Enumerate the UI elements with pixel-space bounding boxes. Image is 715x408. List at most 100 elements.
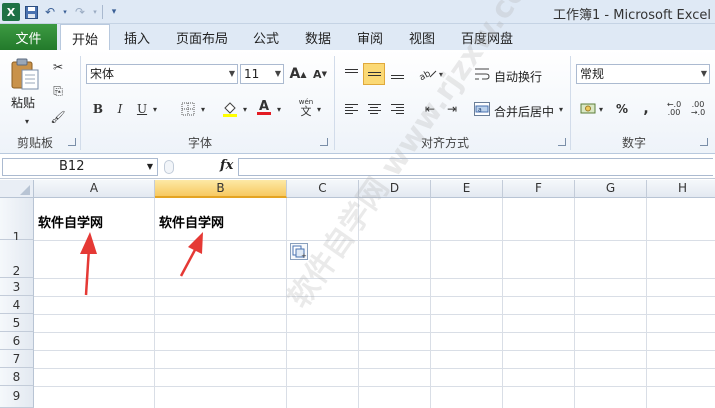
increase-indent-icon[interactable]: ⇥ [442, 100, 462, 118]
row-header-9[interactable]: 9 [0, 386, 34, 408]
save-icon[interactable] [23, 4, 39, 20]
column-header-h[interactable]: H [647, 180, 715, 198]
row-header-7[interactable]: 7 [0, 350, 34, 368]
cut-icon[interactable]: ✂ [48, 58, 68, 76]
font-name-combo[interactable]: 宋体 ▼ [86, 64, 238, 84]
formula-bar-splitter-icon[interactable] [164, 160, 174, 174]
orientation-dropdown-icon[interactable]: ▾ [436, 65, 446, 83]
customize-qat-icon[interactable]: ▾ [106, 4, 122, 20]
shrink-font-icon[interactable]: A ▼ [310, 65, 330, 83]
paste-button[interactable]: 粘贴 [11, 94, 35, 111]
row-header-4[interactable]: 4 [0, 296, 34, 314]
row-header-6[interactable]: 6 [0, 332, 34, 350]
column-header-a[interactable]: A [34, 180, 155, 198]
tab-file[interactable]: 文件 [0, 24, 57, 50]
merge-center-dropdown-icon[interactable]: ▾ [556, 100, 566, 118]
paste-icon[interactable] [10, 58, 40, 90]
row-header-3[interactable]: 3 [0, 278, 34, 296]
paste-dropdown-icon[interactable]: ▾ [17, 112, 37, 130]
merge-center-button[interactable]: 合并后居中 [494, 103, 554, 120]
percent-style-button[interactable]: % [612, 100, 632, 118]
font-color-icon[interactable]: A [254, 98, 274, 116]
column-header-f[interactable]: F [503, 180, 575, 198]
number-launcher-icon[interactable] [700, 138, 708, 146]
excel-logo-icon[interactable]: X [2, 3, 20, 21]
tab-view[interactable]: 视图 [400, 24, 444, 50]
tab-home[interactable]: 开始 [60, 24, 110, 51]
italic-button[interactable]: I [110, 100, 130, 118]
column-header-b[interactable]: B [155, 180, 287, 198]
select-all-corner[interactable] [0, 180, 34, 198]
number-format-dropdown-icon[interactable]: ▼ [701, 65, 707, 83]
copy-icon[interactable]: ⎘ [48, 82, 68, 100]
tab-review[interactable]: 审阅 [348, 24, 392, 50]
font-name-dropdown-icon[interactable]: ▼ [229, 65, 235, 83]
font-launcher-icon[interactable] [320, 138, 328, 146]
borders-icon[interactable] [178, 100, 198, 118]
tab-page-layout[interactable]: 页面布局 [168, 24, 236, 50]
number-group-label: 数字 [621, 136, 646, 150]
phonetic-guide-icon[interactable]: wén 文 [296, 98, 316, 117]
cell-a1[interactable]: 软件自学网 [38, 212, 103, 231]
gridline [34, 296, 715, 297]
cell-area[interactable]: 软件自学网 软件自学网 [34, 198, 715, 408]
redo-dropdown-icon[interactable]: ▾ [91, 4, 99, 20]
name-box[interactable]: B12 ▼ [2, 158, 158, 176]
tab-data[interactable]: 数据 [296, 24, 340, 50]
merge-center-icon[interactable]: a [472, 100, 492, 118]
font-size-dropdown-icon[interactable]: ▼ [275, 65, 281, 83]
increase-decimal-icon[interactable]: ←.0.00 [664, 100, 684, 118]
clipboard-launcher-icon[interactable] [68, 138, 76, 146]
name-box-dropdown-icon[interactable]: ▼ [147, 159, 153, 175]
align-center-icon[interactable] [363, 98, 385, 120]
decrease-decimal-icon[interactable]: .00 →.0 [688, 100, 708, 118]
gridline [34, 386, 715, 387]
accounting-dropdown-icon[interactable]: ▾ [596, 100, 606, 118]
number-format-combo[interactable]: 常规 ▼ [576, 64, 710, 84]
format-painter-icon[interactable]: 🖌 [48, 108, 68, 126]
row-header-1[interactable]: 1 [0, 198, 34, 244]
column-header-e[interactable]: E [431, 180, 503, 198]
tab-formulas[interactable]: 公式 [244, 24, 288, 50]
row-header-8[interactable]: 8 [0, 368, 34, 386]
worksheet-grid[interactable]: A B C D E F G H 1 2 3 4 5 6 7 8 9 软件自学网 … [0, 180, 715, 408]
align-middle-icon[interactable] [363, 63, 385, 85]
align-top-icon[interactable] [340, 63, 362, 85]
wrap-text-button[interactable]: 自动换行 [494, 68, 542, 85]
redo-icon[interactable]: ↷ [72, 4, 88, 20]
comma-style-button[interactable]: , [636, 100, 656, 118]
orientation-icon[interactable]: ab [418, 65, 438, 83]
align-bottom-icon[interactable] [386, 63, 408, 85]
wrap-text-icon[interactable] [472, 65, 492, 83]
fill-color-icon[interactable] [220, 100, 240, 118]
tab-baidu-netdisk[interactable]: 百度网盘 [452, 24, 522, 50]
undo-icon[interactable]: ↶ [42, 4, 58, 20]
paste-options-icon[interactable]: + [290, 243, 308, 260]
insert-function-icon[interactable]: fx [220, 158, 233, 173]
borders-dropdown-icon[interactable]: ▾ [198, 100, 208, 118]
tab-insert[interactable]: 插入 [114, 24, 160, 50]
accounting-format-icon[interactable] [578, 100, 598, 118]
cell-b1[interactable]: 软件自学网 [159, 212, 224, 231]
formula-input[interactable] [238, 158, 713, 176]
column-header-d[interactable]: D [359, 180, 431, 198]
underline-button[interactable]: U [132, 100, 152, 118]
row-header-2[interactable]: 2 [0, 240, 34, 278]
align-right-icon[interactable] [386, 98, 408, 120]
grow-font-icon[interactable]: A ▲ [288, 65, 308, 83]
phonetic-dropdown-icon[interactable]: ▾ [314, 100, 324, 118]
font-size-combo[interactable]: 11 ▼ [240, 64, 284, 84]
decrease-indent-icon[interactable]: ⇤ [420, 100, 440, 118]
column-header-c[interactable]: C [287, 180, 359, 198]
underline-dropdown-icon[interactable]: ▾ [150, 100, 160, 118]
font-color-dropdown-icon[interactable]: ▾ [274, 100, 284, 118]
qat-separator [102, 5, 103, 19]
alignment-launcher-icon[interactable] [558, 138, 566, 146]
fill-color-dropdown-icon[interactable]: ▾ [240, 100, 250, 118]
align-left-icon[interactable] [340, 98, 362, 120]
column-header-g[interactable]: G [575, 180, 647, 198]
row-header-5[interactable]: 5 [0, 314, 34, 332]
bold-button[interactable]: B [88, 100, 108, 118]
undo-dropdown-icon[interactable]: ▾ [61, 4, 69, 20]
ribbon: 粘贴 ▾ ✂ ⎘ 🖌 剪贴板 宋体 ▼ 11 ▼ A ▲ A ▼ B I U ▾ ▾… [0, 50, 715, 154]
